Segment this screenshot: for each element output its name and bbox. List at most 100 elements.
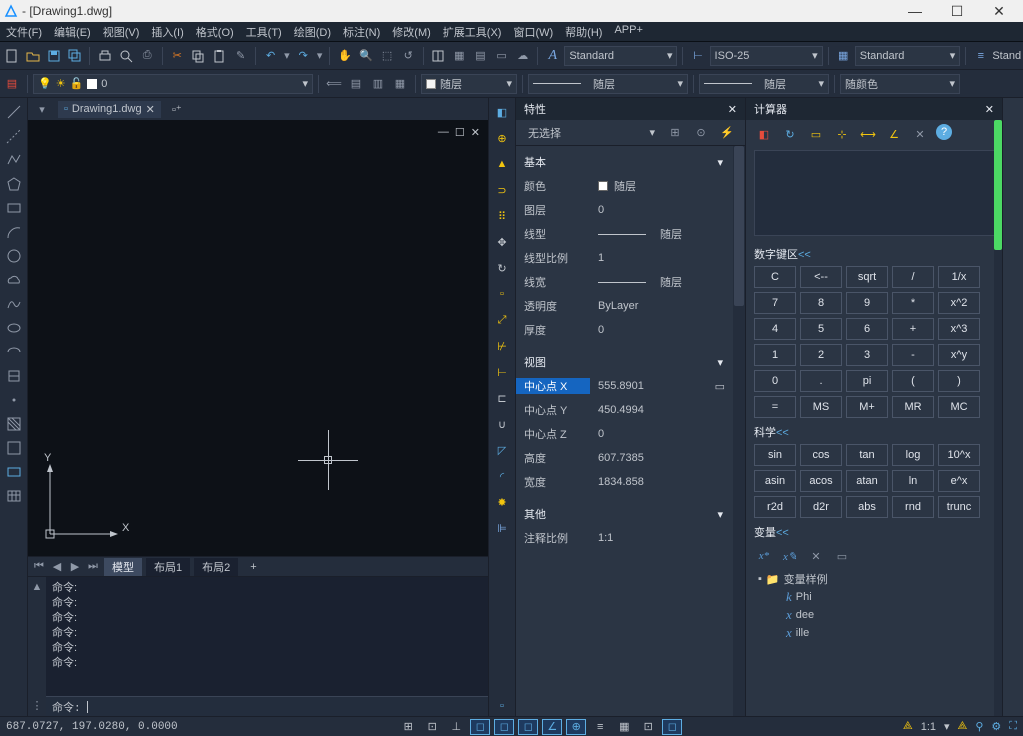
textstyle-icon[interactable]: A <box>543 46 562 66</box>
mirror-icon[interactable]: ▲ <box>492 154 512 174</box>
color-combo[interactable]: 随层▾ <box>421 74 517 94</box>
chamfer-icon[interactable]: ◸ <box>492 440 512 460</box>
line-icon[interactable] <box>4 102 24 122</box>
otrack-icon[interactable]: ∠ <box>542 719 562 735</box>
polar-icon[interactable]: ◻ <box>494 719 514 735</box>
minimize-button[interactable]: — <box>903 2 927 20</box>
zoom-win-icon[interactable]: ⬚ <box>378 46 397 66</box>
arc-icon[interactable] <box>4 222 24 242</box>
calc-coords-icon[interactable]: ⊹ <box>832 124 852 144</box>
cut-icon[interactable]: ✂ <box>168 46 187 66</box>
scikey-acos[interactable]: acos <box>800 470 842 492</box>
undo-dropdown[interactable]: ▾ <box>282 46 292 66</box>
vars-section-head[interactable]: 变量<< <box>754 524 996 540</box>
extend-icon[interactable]: ⊢ <box>492 362 512 382</box>
layout-last-icon[interactable]: ⏭ <box>86 560 100 573</box>
key-ms[interactable]: MS <box>800 396 842 418</box>
vp-max-icon[interactable]: ☐ <box>455 126 465 139</box>
preview-icon[interactable] <box>117 46 136 66</box>
layout-first-icon[interactable]: ⏮ <box>32 560 46 573</box>
key-xy[interactable]: x^y <box>938 344 980 366</box>
key-[interactable]: <-- <box>800 266 842 288</box>
scikey-asin[interactable]: asin <box>754 470 796 492</box>
copy-icon[interactable] <box>189 46 208 66</box>
layer-combo[interactable]: 💡 ☀ 🔓 0 ▾ <box>33 74 313 94</box>
linetype-combo[interactable]: 随层▾ <box>528 74 688 94</box>
scikey-ln[interactable]: ln <box>892 470 934 492</box>
trim-icon[interactable]: ⊬ <box>492 336 512 356</box>
key-1[interactable]: 1 <box>754 344 796 366</box>
qp-icon[interactable]: ⊡ <box>638 719 658 735</box>
menu-dim[interactable]: 标注(N) <box>337 22 386 41</box>
prop-ann-value[interactable]: 1:1 <box>590 532 731 544</box>
prop-thick-value[interactable]: 0 <box>590 324 731 336</box>
scikey-d2r[interactable]: d2r <box>800 496 842 518</box>
redo-dropdown[interactable]: ▾ <box>315 46 325 66</box>
ortho-icon[interactable]: ◻ <box>470 719 490 735</box>
block-icon[interactable] <box>4 366 24 386</box>
plotstyle-combo[interactable]: 随颜色▾ <box>840 74 960 94</box>
key-[interactable]: * <box>892 292 934 314</box>
xline-icon[interactable] <box>4 126 24 146</box>
var-edit-icon[interactable]: x✎ <box>780 546 800 566</box>
key-c[interactable]: C <box>754 266 796 288</box>
annoauto-icon[interactable]: ⚲ <box>975 720 983 733</box>
properties-scrollbar[interactable] <box>733 146 745 716</box>
cloud-icon[interactable] <box>4 270 24 290</box>
key-sqrt[interactable]: sqrt <box>846 266 888 288</box>
print-icon[interactable] <box>95 46 114 66</box>
calc-icon[interactable]: ▭ <box>492 46 511 66</box>
layer-prev-icon[interactable]: ⟸ <box>324 74 344 94</box>
key-[interactable]: . <box>800 370 842 392</box>
textstyle-combo[interactable]: Standard▾ <box>564 46 677 66</box>
mlstyle-icon[interactable]: ≡ <box>971 46 990 66</box>
gradient-icon[interactable] <box>4 438 24 458</box>
key-[interactable]: + <box>892 318 934 340</box>
properties-icon[interactable] <box>429 46 448 66</box>
section-other[interactable]: 其他▾ <box>516 502 731 526</box>
tab-layout2[interactable]: 布局2 <box>194 558 238 576</box>
match-icon[interactable]: ✎ <box>231 46 250 66</box>
undo-icon[interactable]: ↶ <box>261 46 280 66</box>
key-7[interactable]: 7 <box>754 292 796 314</box>
doc-history-icon[interactable]: ▾ <box>32 99 52 119</box>
key-[interactable]: ( <box>892 370 934 392</box>
calculator-close-icon[interactable]: ✕ <box>985 103 994 116</box>
offset-icon[interactable]: ⊃ <box>492 180 512 200</box>
cmd-expand-icon[interactable]: ▲ <box>32 581 43 593</box>
customize-icon[interactable]: ⚙ <box>991 720 1001 733</box>
polygon-icon[interactable] <box>4 174 24 194</box>
key-4[interactable]: 4 <box>754 318 796 340</box>
hatch-icon[interactable] <box>4 414 24 434</box>
snap-icon[interactable]: ⊡ <box>422 719 442 735</box>
key-x3[interactable]: x^3 <box>938 318 980 340</box>
prop-cx-value[interactable]: 555.8901▭ <box>590 380 731 393</box>
key-x2[interactable]: x^2 <box>938 292 980 314</box>
calc-help-icon[interactable]: ? <box>936 124 952 140</box>
prop-w-value[interactable]: 1834.858 <box>590 476 731 488</box>
scikey-log[interactable]: log <box>892 444 934 466</box>
osnap-icon[interactable]: ◻ <box>518 719 538 735</box>
prop-cz-value[interactable]: 0 <box>590 428 731 440</box>
var-calc-icon[interactable]: ▭ <box>832 546 852 566</box>
calc-history-icon[interactable]: ↻ <box>780 124 800 144</box>
key-[interactable]: = <box>754 396 796 418</box>
lwt-icon[interactable]: ≡ <box>590 719 610 735</box>
menu-insert[interactable]: 插入(I) <box>145 22 189 41</box>
region-icon[interactable] <box>4 462 24 482</box>
scale-icon[interactable]: ▫ <box>492 284 512 304</box>
saveall-icon[interactable] <box>65 46 84 66</box>
sci-section-head[interactable]: 科学<< <box>754 424 996 440</box>
tab-layout1[interactable]: 布局1 <box>146 558 190 576</box>
sc-icon[interactable]: ◻ <box>662 719 682 735</box>
break-icon[interactable]: ⊏ <box>492 388 512 408</box>
redo-icon[interactable]: ↷ <box>294 46 313 66</box>
key-mc[interactable]: MC <box>938 396 980 418</box>
document-tab[interactable]: ▫ Drawing1.dwg ✕ <box>58 101 161 118</box>
tool-palette-icon[interactable]: ▤ <box>471 46 490 66</box>
tablestyle-combo[interactable]: Standard▾ <box>855 46 961 66</box>
layer-manager-icon[interactable]: ▤ <box>2 74 22 94</box>
menu-view[interactable]: 视图(V) <box>97 22 146 41</box>
scikey-cos[interactable]: cos <box>800 444 842 466</box>
var-item[interactable]: kPhi <box>758 588 996 606</box>
